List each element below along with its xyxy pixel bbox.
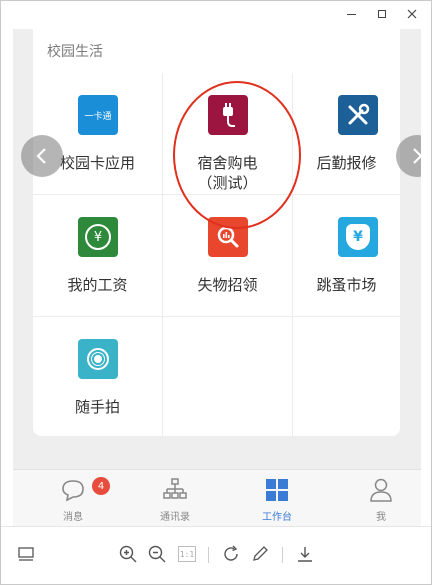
app-label: 跳蚤市场 [316, 276, 377, 294]
app-campus-card[interactable]: 一卡通 校园卡应用 [33, 73, 163, 195]
tab-workbench[interactable]: 工作台 [227, 470, 327, 527]
chat-bubble-icon [62, 480, 84, 502]
previous-image-button[interactable] [21, 135, 63, 177]
grid-icon [266, 479, 288, 501]
tab-label: 消息 [63, 512, 83, 523]
app-flea-market[interactable]: ¥ 跳蚤市场 [293, 195, 400, 317]
app-label: 后勤报修 [316, 154, 377, 172]
rotate-button[interactable] [220, 543, 242, 565]
section-title: 校园生活 [47, 44, 103, 60]
minimize-button[interactable] [341, 5, 361, 23]
edit-pen-icon [253, 546, 268, 561]
tools-icon [338, 95, 378, 135]
panel-toggle-button[interactable] [15, 543, 37, 565]
title-bar [1, 1, 431, 29]
chevron-left-icon [36, 148, 46, 164]
actual-size-button[interactable]: 1:1 [178, 546, 196, 562]
viewer-toolbar: 1:1 [1, 526, 431, 584]
app-logistics-repair[interactable]: 后勤报修 [293, 73, 400, 195]
close-icon [407, 9, 417, 19]
bottom-tab-bar: 4 消息 通讯录 工作台 我 [13, 469, 421, 526]
campus-card-icon-text: 一卡通 [84, 111, 112, 122]
image-viewer-window: 校园生活 一卡通 校园卡应用 宿舍购电 （测试） 后勤报修 ¥ 我的工资 失物招… [0, 0, 432, 585]
tab-contacts[interactable]: 通讯录 [125, 470, 225, 527]
close-button[interactable] [402, 5, 422, 23]
maximize-icon [378, 10, 386, 18]
minimize-icon [346, 13, 356, 15]
tab-messages[interactable]: 4 消息 [23, 470, 123, 527]
toolbar-divider [282, 547, 283, 563]
market-bag-icon-symbol: ¥ [346, 224, 370, 250]
download-icon [298, 547, 312, 562]
highlight-circle-annotation [173, 81, 301, 229]
maximize-button[interactable] [372, 5, 392, 23]
zoom-in-icon [119, 545, 137, 563]
tab-me[interactable]: 我 [331, 470, 431, 527]
tab-label: 通讯录 [160, 512, 190, 523]
zoom-out-icon [148, 545, 166, 563]
tab-label: 工作台 [262, 512, 292, 523]
empty-cell [293, 317, 400, 436]
campus-card-icon: 一卡通 [78, 95, 118, 135]
app-label: 我的工资 [67, 276, 128, 294]
toolbar-divider [208, 547, 209, 563]
zoom-in-button[interactable] [117, 543, 139, 565]
rotate-icon [224, 545, 238, 561]
download-button[interactable] [294, 543, 316, 565]
empty-cell [163, 317, 293, 436]
tab-label: 我 [376, 512, 386, 523]
market-bag-icon: ¥ [338, 217, 378, 257]
zoom-out-button[interactable] [146, 543, 168, 565]
app-my-salary[interactable]: ¥ 我的工资 [33, 195, 163, 317]
app-snapshot[interactable]: 随手拍 [33, 317, 163, 436]
app-label: 随手拍 [74, 398, 120, 416]
salary-icon: ¥ [78, 217, 118, 257]
org-chart-icon [163, 478, 187, 499]
camera-icon [78, 339, 118, 379]
panel-icon [18, 547, 34, 561]
salary-icon-coin: ¥ [85, 224, 111, 250]
chevron-right-icon [413, 148, 421, 164]
image-canvas: 校园生活 一卡通 校园卡应用 宿舍购电 （测试） 后勤报修 ¥ 我的工资 失物招… [13, 29, 421, 526]
person-icon [370, 478, 392, 502]
app-label: 失物招领 [197, 276, 258, 294]
edit-button[interactable] [249, 543, 271, 565]
unread-badge: 4 [92, 477, 110, 495]
